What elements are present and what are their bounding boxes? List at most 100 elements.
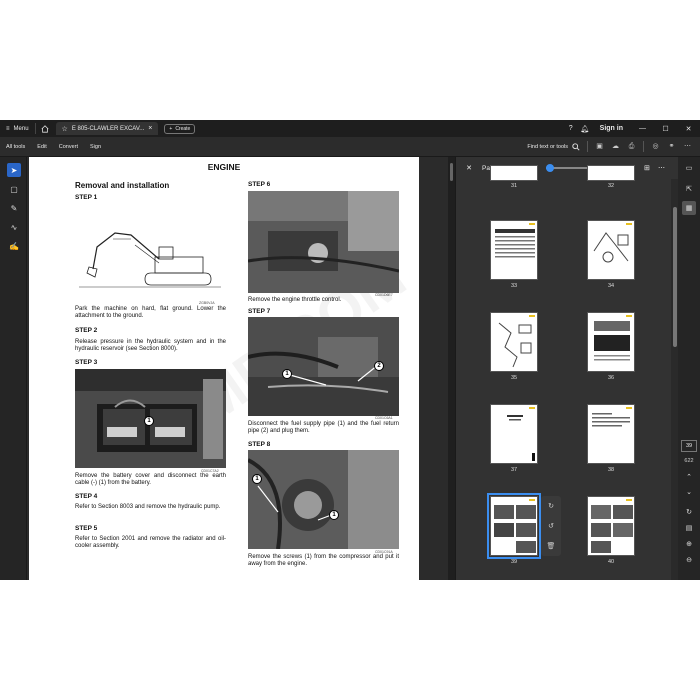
page-tag: [529, 499, 535, 501]
thumbnail-content: [494, 505, 536, 553]
chevron-down-icon[interactable]: ⌄: [682, 485, 696, 499]
page-tag: [529, 407, 535, 409]
menu-label: Menu: [13, 125, 29, 132]
create-label: Create: [175, 125, 191, 132]
callout-1: 1: [282, 369, 292, 379]
notifications-icon[interactable]: 🔔︎: [578, 125, 592, 133]
title-bar: ≡ Menu ☆ E 805-CLAWLER EXCAV... × + Crea…: [0, 120, 700, 137]
left-tool-rail: ➤ ▢ ✎ ∿ ✍: [0, 157, 27, 580]
stamp-icon[interactable]: ✍: [7, 239, 21, 253]
highlight-pen-icon[interactable]: ✎: [7, 201, 21, 215]
rotate-clockwise-icon[interactable]: ↻: [548, 502, 554, 510]
page-thumbnail-33[interactable]: [490, 220, 538, 280]
page-tag: [626, 223, 632, 225]
figure-code: CD01C6A1: [375, 416, 393, 420]
page-thumbnail-35[interactable]: [490, 312, 538, 372]
find-label: Find text or tools: [527, 143, 568, 150]
section-title: Removal and installation: [75, 181, 170, 190]
page-number-35: 35: [510, 375, 518, 381]
toolbar-all-tools[interactable]: All tools: [0, 144, 31, 150]
draw-freehand-icon[interactable]: ∿: [7, 220, 21, 234]
step-2-text: Release pressure in the hydraulic system…: [75, 339, 226, 353]
ai-assistant-icon[interactable]: ◎: [651, 142, 660, 151]
toolbar-right: Find text or tools ▣ ☁ ⎙ ◎ ⚭ ⋯: [527, 141, 700, 152]
thumbnail-content: [507, 415, 535, 461]
zoom-out-icon[interactable]: ⊖: [682, 553, 696, 567]
page-number-37: 37: [510, 467, 518, 473]
page-number-32: 32: [607, 183, 615, 189]
page-thumbnail-31[interactable]: [490, 165, 538, 181]
compressor-photo: [248, 450, 399, 549]
page-tag: [626, 315, 632, 317]
page-thumbnail-37[interactable]: [490, 404, 538, 464]
more-options-icon[interactable]: ⋯: [683, 142, 692, 151]
close-tab-icon[interactable]: ×: [148, 125, 152, 132]
main-toolbar: All tools Edit Convert Sign Find text or…: [0, 137, 700, 157]
comments-icon[interactable]: ▭: [682, 161, 696, 175]
page-actions-toolbar: ↻ ↺ 🗑︎: [541, 496, 561, 556]
create-button[interactable]: + Create: [164, 123, 196, 134]
thumbnail-content: [591, 505, 633, 553]
document-scrollbar[interactable]: [448, 157, 455, 580]
page-thumbnail-39[interactable]: [487, 493, 541, 559]
current-page-field[interactable]: 39: [681, 440, 697, 452]
slider-knob[interactable]: [545, 164, 554, 172]
throttle-photo: [248, 191, 399, 293]
page-tag: [626, 499, 632, 501]
page-thumbnail-36[interactable]: [587, 312, 635, 372]
page-header: ENGINE: [207, 162, 241, 172]
scrollbar-thumb[interactable]: [673, 207, 677, 347]
export-pdf-icon[interactable]: ⇱: [682, 182, 696, 196]
find-button[interactable]: Find text or tools: [527, 142, 580, 151]
zoom-in-icon[interactable]: ⊕: [682, 537, 696, 551]
step-8-text: Remove the screws (1) from the compresso…: [248, 554, 399, 568]
toolbar-sign[interactable]: Sign: [84, 144, 107, 150]
pages-panel: ✕ Pages ▲ ▲ ⊞ ⋯ 31 32 33 34: [455, 157, 679, 580]
page-thumbnail-38[interactable]: [587, 404, 635, 464]
save-icon[interactable]: ▣: [595, 142, 604, 151]
toolbar-edit[interactable]: Edit: [31, 144, 52, 150]
select-cursor-icon[interactable]: ➤: [7, 163, 21, 177]
document-properties-icon[interactable]: ▤: [682, 521, 696, 535]
page-number-31: 31: [510, 183, 518, 189]
page-tag: [626, 407, 632, 409]
total-pages: 622: [684, 458, 694, 464]
link-icon[interactable]: ⚭: [667, 142, 676, 151]
pdf-page: MD.COM ENGINE Removal and installation S…: [29, 157, 419, 580]
refresh-icon[interactable]: ↻: [682, 505, 696, 519]
menu-button[interactable]: ≡ Menu: [0, 120, 35, 137]
home-button[interactable]: [36, 120, 54, 137]
document-tab[interactable]: ☆ E 805-CLAWLER EXCAV... ×: [55, 122, 159, 135]
close-window-button[interactable]: ✕: [677, 125, 700, 133]
step-1-label: STEP 1: [75, 194, 98, 201]
toolbar-convert[interactable]: Convert: [53, 144, 84, 150]
upload-cloud-icon[interactable]: ☁: [611, 142, 620, 151]
more-options-icon[interactable]: ⋯: [658, 164, 665, 172]
tab-title: E 805-CLAWLER EXCAV...: [71, 125, 145, 132]
comment-icon[interactable]: ▢: [7, 182, 21, 196]
star-icon[interactable]: ☆: [62, 125, 68, 133]
step-7-text: Disconnect the fuel supply pipe (1) and …: [248, 421, 399, 435]
print-icon[interactable]: ⎙: [627, 142, 636, 151]
callout-2: 2: [374, 361, 384, 371]
page-thumbnail-32[interactable]: [587, 165, 635, 181]
chevron-up-icon[interactable]: ⌃: [682, 470, 696, 484]
step-4-text: Refer to Section 8003 and remove the hyd…: [75, 504, 221, 510]
sign-in-button[interactable]: Sign in: [592, 125, 631, 132]
delete-page-icon[interactable]: 🗑︎: [547, 542, 556, 550]
insert-page-icon[interactable]: ⊞: [644, 164, 650, 172]
thumbnail-content: [495, 229, 535, 258]
page-thumbnail-40[interactable]: [587, 496, 635, 556]
pages-grid-icon[interactable]: ▦: [682, 201, 696, 215]
search-icon: [572, 142, 580, 151]
minimize-button[interactable]: —: [631, 125, 654, 132]
maximize-button[interactable]: ☐: [654, 125, 677, 133]
help-icon[interactable]: ?: [564, 125, 578, 132]
close-panel-icon[interactable]: ✕: [456, 164, 482, 172]
step-6-label: STEP 6: [248, 181, 271, 188]
scrollbar-thumb[interactable]: [450, 163, 453, 181]
page-thumbnail-34[interactable]: [587, 220, 635, 280]
thumbnail-content: [498, 322, 532, 368]
rotate-counterclockwise-icon[interactable]: ↺: [548, 522, 554, 530]
document-view[interactable]: MD.COM ENGINE Removal and installation S…: [27, 157, 455, 580]
